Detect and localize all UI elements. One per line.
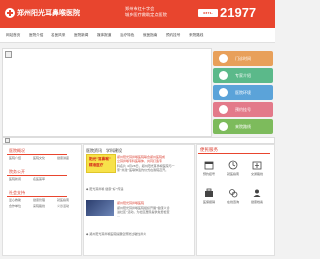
guide-icon[interactable] <box>228 160 238 170</box>
news-headline-cont[interactable]: 立耳鼻喉专科医联体，共同打造专 <box>117 159 162 163</box>
building-icon <box>219 88 228 97</box>
ad-strip[interactable] <box>2 137 275 144</box>
nav-item-route[interactable]: 来院路线 <box>189 28 203 42</box>
service-label[interactable]: 健康档案 <box>247 200 267 204</box>
news-bullet-link[interactable]: ◆ 阳光耳鼻喉 健康“好”传递 <box>86 187 123 191</box>
slogan: 郑州市红十字会 城乡医疗救助定点医院 <box>125 6 167 18</box>
nav-item-about[interactable]: 医院介绍 <box>29 28 43 42</box>
quick-link-experts[interactable]: 专家介绍 <box>213 68 273 83</box>
service-label[interactable]: 交通路线 <box>247 172 267 176</box>
quick-link-label: 预约挂号 <box>235 107 251 112</box>
thumb-line: 阳光"耳鼻喉" <box>89 157 111 161</box>
site-header: 郑州阳光耳鼻喉医院 郑州市红十字会 城乡医疗救助定点医院 0371- 21977 <box>0 0 275 28</box>
service-label[interactable]: 医保报销 <box>199 200 219 204</box>
news-thumbnail[interactable] <box>86 200 114 216</box>
divider <box>7 154 67 155</box>
nav-item-guide[interactable]: 就医指南 <box>143 28 157 42</box>
sidebar-link[interactable]: 医院文化 <box>33 156 45 160</box>
sidebar-link[interactable]: 健康管理 <box>33 198 45 202</box>
news-bullet-link[interactable]: ◆ 郑州阳光耳鼻喉医院提醒您预防过敏性鼻炎 <box>86 232 146 236</box>
insurance-icon[interactable] <box>204 188 214 198</box>
main-nav: 网站首页 医院介绍 名医风采 医院新闻 媒体报道 治疗特色 就医指南 预约挂号 … <box>0 28 275 43</box>
quick-link-label: 来院路线 <box>235 124 251 129</box>
nav-item-news[interactable]: 医院新闻 <box>74 28 88 42</box>
quick-link-label: 门诊时间 <box>235 56 251 61</box>
slogan-line-2: 城乡医疗救助定点医院 <box>125 12 167 17</box>
quick-link-hours[interactable]: 门诊时间 <box>213 51 273 66</box>
sidebar-link[interactable]: 名医荟萃 <box>33 177 45 181</box>
sidebar-link[interactable]: 就医指南 <box>57 198 69 202</box>
news-headline[interactable]: 郑州阳光耳鼻喉医院 <box>117 201 144 205</box>
broken-image-icon <box>5 138 10 143</box>
left-sidebar: 医院概况 医院介绍 医院文化 健康讲座 院务公开 医院新闻 名医荟萃 社会支持 … <box>2 144 82 256</box>
appointment-icon[interactable] <box>204 160 214 170</box>
nav-item-features[interactable]: 治疗特色 <box>120 28 134 42</box>
news-thumbnail[interactable]: 阳光"耳鼻喉" 精准医疗 <box>86 154 116 173</box>
chat-icon[interactable] <box>228 188 238 198</box>
divider <box>198 153 270 154</box>
sidebar-link[interactable]: 健康讲座 <box>57 156 69 160</box>
service-label[interactable]: 就医指南 <box>223 172 243 176</box>
sidebar-link[interactable]: 医院新闻 <box>9 177 21 181</box>
divider <box>7 196 67 197</box>
news-summary-cont: 家“共建”医联体签约仪式在我院召开。 <box>117 168 169 172</box>
quick-link-environment[interactable]: 医院环境 <box>213 85 273 100</box>
doctor-icon <box>219 71 228 80</box>
nav-item-media[interactable]: 媒体报道 <box>97 28 111 42</box>
nav-item-home[interactable]: 网站首页 <box>6 28 20 42</box>
divider <box>7 175 67 176</box>
broken-image-icon <box>5 51 12 58</box>
site-name[interactable]: 郑州阳光耳鼻喉医院 <box>17 8 80 18</box>
phone-number: 21977 <box>220 5 257 20</box>
quick-link-appointment[interactable]: 预约挂号 <box>213 102 273 117</box>
nav-item-doctors[interactable]: 名医风采 <box>51 28 65 42</box>
phone-prefix: 0371- <box>198 9 218 17</box>
news-summary-ellipsis: ... <box>117 214 120 218</box>
hospital-cross-icon[interactable] <box>5 8 15 18</box>
calendar-icon <box>219 105 228 114</box>
banner-area[interactable] <box>2 48 212 137</box>
thumb-line: 精准医疗 <box>89 163 104 167</box>
route-icon[interactable] <box>252 160 262 170</box>
quick-link-route[interactable]: 来院路线 <box>213 119 273 134</box>
quick-link-label: 专家介绍 <box>235 73 251 78</box>
news-summary-cont: 进社区”活动，为社区居民提供免费检查 <box>117 210 170 214</box>
sidebar-link[interactable]: 来院路线 <box>33 204 45 208</box>
quick-link-label: 医院环境 <box>235 90 251 95</box>
sidebar-link[interactable]: 医院介绍 <box>9 156 21 160</box>
sidebar-link[interactable]: 爱心救助 <box>9 198 21 202</box>
records-icon[interactable] <box>252 188 262 198</box>
sidebar-link[interactable]: 义诊活动 <box>57 204 69 208</box>
map-pin-icon <box>219 122 228 131</box>
service-label[interactable]: 在线咨询 <box>223 200 243 204</box>
service-label[interactable]: 预约挂号 <box>199 172 219 176</box>
nav-item-appointment[interactable]: 预约挂号 <box>166 28 180 42</box>
clock-icon <box>219 54 228 63</box>
sidebar-link[interactable]: 合作单位 <box>9 204 21 208</box>
